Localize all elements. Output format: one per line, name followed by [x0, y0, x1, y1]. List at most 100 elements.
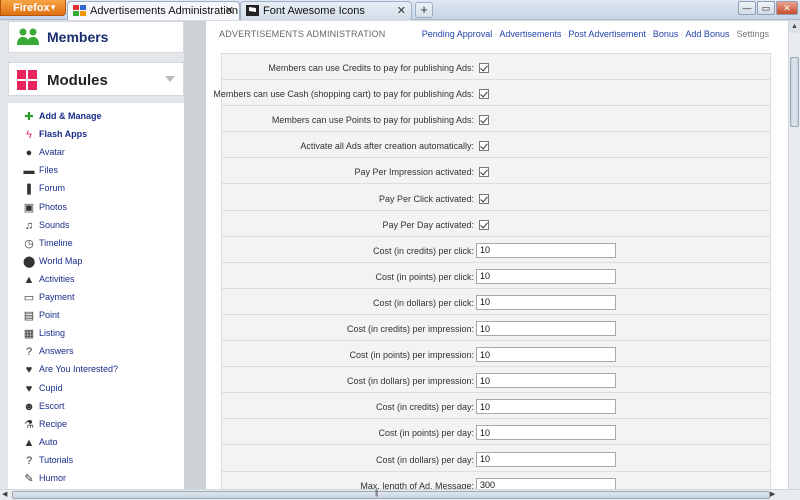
plus-icon: ✚ — [24, 111, 34, 123]
sidebar-item-label: Forum — [39, 183, 66, 194]
setting-checkbox[interactable] — [479, 89, 489, 100]
sidebar-item-cupid[interactable]: ♥ Cupid — [8, 381, 184, 399]
sidebar-item-are-you-interested[interactable]: ♥ Are You Interested? — [8, 362, 184, 380]
clock-icon: ◷ — [24, 237, 34, 250]
chevron-down-icon[interactable] — [165, 76, 175, 82]
sidebar-item-sounds[interactable]: ♫ Sounds — [8, 218, 184, 236]
setting-text-input[interactable] — [476, 451, 616, 467]
sidebar-item-forum[interactable]: ❚ Forum — [8, 181, 184, 199]
nav-separator: · — [731, 29, 735, 39]
close-tab-icon[interactable]: ✕ — [397, 4, 406, 17]
firefox-menu-button[interactable]: Firefox ▼ — [0, 0, 66, 16]
sidebar-item-label: Auto — [39, 436, 58, 447]
horizontal-scroll-thumb[interactable] — [12, 491, 770, 499]
sidebar-item-answers[interactable]: ? Answers — [8, 344, 184, 362]
setting-label: Cost (in dollars) per day: — [375, 454, 474, 465]
scroll-up-icon[interactable]: ▲ — [789, 21, 800, 33]
setting-text-input[interactable] — [476, 242, 616, 258]
sidebar-item-files[interactable]: ▬ Files — [8, 163, 184, 181]
sidebar-item-activities[interactable]: ▲ Activities — [8, 272, 184, 290]
minimize-button[interactable]: — — [738, 1, 756, 15]
setting-label: Cost (in credits) per click: — [372, 245, 474, 256]
sidebar-item-label: Escort — [39, 400, 65, 411]
vertical-scrollbar[interactable]: ▲ — [788, 21, 800, 490]
group-icon: ☻ — [23, 400, 35, 413]
setting-text-input[interactable] — [476, 347, 616, 363]
sidebar-item-escort[interactable]: ☻ Escort — [8, 399, 184, 417]
setting-text-input[interactable] — [476, 399, 616, 415]
nav-link-add-bonus[interactable]: Add Bonus — [685, 29, 729, 39]
module-nav-list: ✚ Add & Manage ϟ Flash Apps ● Avatar ▬ Files ❚ Fo… — [8, 103, 184, 490]
sidebar-gutter — [184, 21, 206, 490]
close-tab-icon[interactable]: ✕ — [225, 4, 234, 17]
sidebar-item-listing[interactable]: ▦ Listing — [8, 326, 184, 344]
settings-row: Pay Per Click activated: — [222, 185, 770, 211]
nav-separator: · — [494, 29, 498, 39]
nav-link-bonus[interactable]: Bonus — [653, 29, 679, 39]
sidebar-item-recipe[interactable]: ⚗ Recipe — [8, 417, 184, 435]
close-window-button[interactable]: ✕ — [776, 1, 798, 15]
settings-row: Members can use Cash (shopping cart) to … — [213, 80, 770, 107]
nav-separator: · — [563, 29, 567, 39]
sidebar-item-photos[interactable]: ▣ Photos — [8, 200, 184, 218]
settings-row: Members can use Points to pay for publis… — [222, 106, 770, 133]
setting-checkbox[interactable] — [479, 141, 489, 152]
sidebar-item-humor[interactable]: ✎ Humor — [8, 471, 184, 489]
setting-checkbox[interactable] — [479, 193, 489, 204]
vertical-scroll-thumb[interactable] — [790, 57, 799, 127]
setting-checkbox[interactable] — [479, 219, 489, 230]
setting-text-input[interactable] — [476, 294, 616, 310]
sidebar-item-world-map[interactable]: ⬤ World Map — [8, 254, 184, 272]
setting-label: Cost (in credits) per day: — [375, 402, 474, 413]
briefcase-icon: ▦ — [23, 328, 35, 341]
sidebar-item-point[interactable]: ▤ Point — [8, 308, 184, 326]
sidebar-item-payment[interactable]: ▭ Payment — [8, 290, 184, 308]
sidebar-item-label: Answers — [39, 346, 74, 357]
setting-checkbox[interactable] — [479, 63, 489, 73]
main-content: ADVERTISEMENTS ADMINISTRATION Pending Ap… — [206, 21, 788, 490]
nav-link-advertisements[interactable]: Advertisements — [499, 29, 561, 39]
sidebar-item-flash-apps[interactable]: ϟ Flash Apps — [8, 127, 184, 145]
sidebar-item-label: World Map — [39, 255, 83, 266]
members-group-icon — [17, 28, 39, 45]
settings-row: Max. length of Ad. Message: — [222, 472, 770, 490]
setting-text-input[interactable] — [476, 373, 616, 389]
setting-checkbox[interactable] — [479, 167, 489, 178]
heart-icon: ♥ — [25, 382, 33, 395]
setting-label: Members can use Cash (shopping cart) to … — [213, 89, 474, 100]
setting-label: Cost (in dollars) per click: — [372, 297, 474, 308]
setting-label: Cost (in points) per impression: — [349, 350, 474, 361]
horizontal-scrollbar[interactable]: ◀ ||| ▶ — [0, 489, 800, 500]
setting-text-input[interactable] — [476, 321, 616, 336]
sidebar-item-label: Cupid — [39, 382, 63, 393]
settings-row: Members can use Credits to pay for publi… — [222, 54, 770, 81]
settings-row: Cost (in points) per impression: — [222, 341, 770, 368]
sidebar-item-add-manage[interactable]: ✚ Add & Manage — [8, 109, 184, 127]
road-icon: ▲ — [23, 436, 35, 449]
sidebar-item-tutorials[interactable]: ? Tutorials — [8, 453, 184, 471]
sidebar-item-auto[interactable]: ▲ Auto — [8, 435, 184, 453]
tab-font-awesome-icons[interactable]: Font Awesome Icons ✕ — [240, 1, 412, 20]
picture-icon: ▣ — [23, 201, 35, 214]
scroll-right-icon[interactable]: ▶ — [770, 490, 775, 500]
setting-checkbox[interactable] — [479, 115, 489, 126]
members-panel[interactable]: Members — [8, 21, 184, 53]
new-tab-button[interactable]: + — [415, 2, 433, 18]
modules-grid-icon — [17, 70, 37, 90]
tab-advertisements-administration[interactable]: Advertisements Administration ✕ — [67, 1, 240, 20]
modules-panel[interactable]: Modules — [8, 62, 184, 96]
sidebar-item-label: Humor — [39, 473, 67, 483]
setting-text-input[interactable] — [476, 425, 616, 441]
setting-text-input[interactable] — [476, 268, 616, 284]
setting-label: Cost (in dollars) per impression: — [346, 376, 474, 387]
setting-label: Activate all Ads after creation automati… — [300, 141, 474, 152]
scroll-grip-icon: ||| — [375, 490, 379, 497]
sidebar-item-label: Flash Apps — [39, 129, 88, 140]
nav-link-settings[interactable]: Settings — [736, 29, 769, 39]
maximize-button[interactable]: ▭ — [757, 1, 775, 15]
nav-link-pending-approval[interactable]: Pending Approval — [422, 29, 493, 39]
sidebar-item-avatar[interactable]: ● Avatar — [8, 145, 184, 163]
sidebar-item-timeline[interactable]: ◷ Timeline — [8, 236, 184, 254]
scroll-left-icon[interactable]: ◀ — [2, 490, 7, 500]
nav-link-post-advertisement[interactable]: Post Advertisement — [568, 29, 646, 39]
